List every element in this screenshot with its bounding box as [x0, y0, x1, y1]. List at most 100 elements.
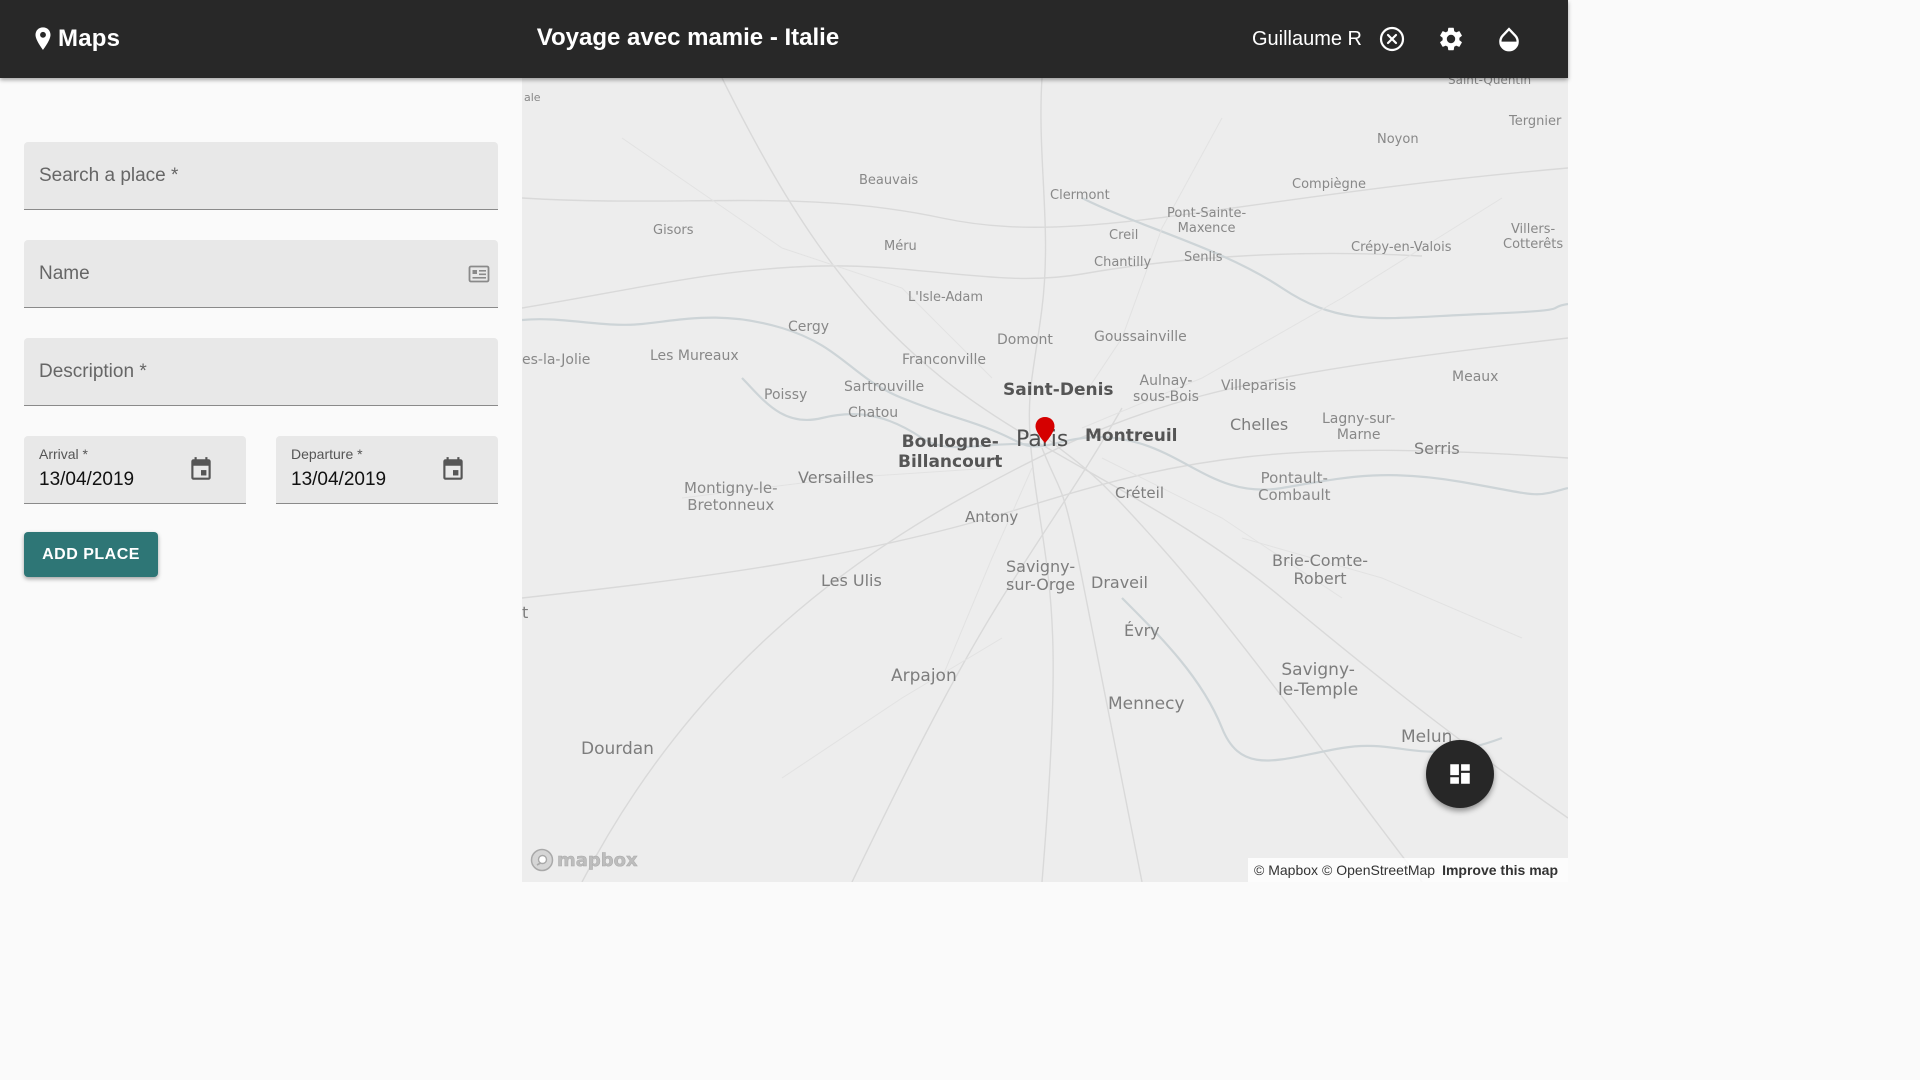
map-label: Évry	[1124, 621, 1160, 640]
map-label-line: Pontault-	[1260, 469, 1328, 487]
departure-date-field[interactable]: Departure * 13/04/2019	[276, 436, 498, 504]
map-label: Chatou	[848, 405, 899, 421]
settings-icon	[1440, 27, 1462, 51]
map-label: Noyon	[1377, 132, 1419, 147]
add-place-panel: Arrival * 13/04/2019 Departure * 13/04/2…	[0, 78, 522, 882]
mapbox-logo-text: mapbox	[557, 849, 638, 871]
map-label: Brie-Comte- Robert	[1272, 551, 1368, 589]
map-label: t	[522, 603, 529, 622]
brand-link[interactable]: Maps	[33, 24, 120, 54]
name-input[interactable]	[39, 240, 459, 308]
dashboard-icon	[1450, 764, 1470, 784]
map-label: Aulnay- sous-Bois	[1133, 373, 1199, 405]
arrival-calendar-button[interactable]	[188, 455, 214, 483]
map-label-line: Cotterêts	[1503, 236, 1564, 252]
map-label-line: Montigny-le-	[684, 479, 778, 497]
map-label: Franconville	[902, 352, 986, 368]
map-label-line: Billancourt	[898, 451, 1003, 472]
map-label: Pont-Sainte- Maxence	[1167, 206, 1247, 237]
improve-map-link[interactable]: Improve this map	[1442, 862, 1558, 878]
map-label: Serris	[1414, 439, 1460, 458]
map-label: Chantilly	[1094, 255, 1152, 270]
arrival-date-field[interactable]: Arrival * 13/04/2019	[24, 436, 246, 504]
search-place-input[interactable]	[39, 142, 459, 210]
map-label-line: Marne	[1336, 427, 1381, 444]
search-place-field[interactable]	[24, 142, 498, 210]
mapbox-logo[interactable]: mapbox	[530, 846, 638, 874]
place-icon	[35, 27, 51, 50]
map-label: Montigny-le- Bretonneux	[684, 479, 778, 515]
map-label: Lagny-sur- Marne	[1322, 411, 1395, 443]
map-label-line: Maxence	[1177, 220, 1236, 236]
map-label-line: Lagny-sur-	[1322, 411, 1396, 427]
dashboard-fab[interactable]	[1426, 740, 1494, 808]
map-label-line: Boulogne-	[901, 432, 999, 452]
calendar-icon	[443, 457, 463, 480]
name-field[interactable]	[24, 240, 498, 308]
map-pin-icon	[1035, 417, 1055, 443]
settings-button[interactable]	[1436, 24, 1466, 54]
map-label: Villers- Cotterêts	[1503, 222, 1564, 253]
close-circle-icon	[1379, 26, 1405, 52]
map-label: Crépy-en-Valois	[1351, 240, 1452, 255]
map-label-line: Villers-	[1510, 222, 1556, 237]
arrival-label: Arrival *	[39, 446, 89, 462]
map-label-line: Robert	[1293, 569, 1347, 589]
map-label: Savigny- le-Temple	[1278, 660, 1359, 700]
add-place-button[interactable]: ADD PLACE	[24, 532, 158, 577]
place-marker[interactable]	[1034, 416, 1056, 444]
map-label-line: sous-Bois	[1133, 389, 1199, 406]
map-label: Les Ulis	[821, 571, 882, 590]
map-view[interactable]: ale Saint-Quentin Tergnier Noyon Beauvai…	[522, 78, 1568, 882]
top-app-bar: Maps Voyage avec mamie - Italie Guillaum…	[0, 0, 1568, 78]
map-label: Pontault- Combault	[1258, 469, 1331, 505]
map-label: Savigny- sur-Orge	[1006, 557, 1076, 595]
departure-label: Departure *	[291, 446, 363, 462]
map-label: Les Mureaux	[650, 348, 739, 364]
map-label: Gisors	[653, 223, 694, 238]
map-label: Mennecy	[1108, 694, 1185, 714]
map-label: Poissy	[764, 387, 808, 403]
map-label: Antony	[965, 508, 1019, 526]
map-label: Dourdan	[581, 739, 654, 759]
map-label: es-la-Jolie	[522, 352, 591, 368]
trip-title: Voyage avec mamie - Italie	[536, 24, 840, 51]
description-field[interactable]	[24, 338, 498, 406]
user-name: Guillaume R	[1251, 28, 1362, 50]
map-base-layer	[522, 78, 1568, 882]
contact-card-icon	[468, 265, 490, 283]
departure-value[interactable]: 13/04/2019	[291, 469, 386, 491]
map-label: Tergnier	[1509, 114, 1562, 129]
map-label: Sartrouville	[844, 379, 925, 395]
osm-attribution-link[interactable]: © OpenStreetMap	[1322, 862, 1435, 878]
map-label: Meaux	[1452, 369, 1499, 385]
map-label-line: le-Temple	[1278, 679, 1359, 700]
map-attribution: © Mapbox © OpenStreetMap Improve this ma…	[1248, 858, 1568, 882]
map-label: Senlis	[1184, 250, 1223, 265]
arrival-value[interactable]: 13/04/2019	[39, 469, 134, 491]
map-label: Saint-Denis	[1003, 380, 1114, 400]
departure-calendar-button[interactable]	[440, 455, 466, 483]
map-label: Creil	[1109, 228, 1139, 243]
map-label: Domont	[997, 332, 1053, 348]
map-label-line: Pont-Sainte-	[1167, 206, 1247, 221]
mapbox-attribution-link[interactable]: © Mapbox	[1254, 862, 1318, 878]
map-label: Cergy	[788, 319, 830, 335]
map-label: Méru	[884, 239, 917, 254]
map-label: Goussainville	[1094, 329, 1187, 345]
map-label: L'Isle-Adam	[908, 290, 983, 305]
calendar-icon	[191, 457, 211, 480]
theme-button[interactable]	[1494, 24, 1524, 54]
map-label: Montreuil	[1085, 426, 1178, 446]
description-input[interactable]	[39, 338, 459, 406]
map-label: Saint-Quentin	[1448, 78, 1532, 87]
map-label: Draveil	[1091, 573, 1148, 592]
map-label-line: Aulnay-	[1139, 373, 1193, 389]
logout-button[interactable]	[1377, 24, 1407, 54]
map-label: Versailles	[798, 468, 874, 487]
theme-drop-icon	[1499, 27, 1519, 52]
map-label: Arpajon	[891, 666, 957, 686]
map-label-line: sur-Orge	[1006, 575, 1076, 595]
map-label-line: Savigny-	[1281, 660, 1355, 680]
map-label-line: Bretonneux	[687, 496, 775, 515]
